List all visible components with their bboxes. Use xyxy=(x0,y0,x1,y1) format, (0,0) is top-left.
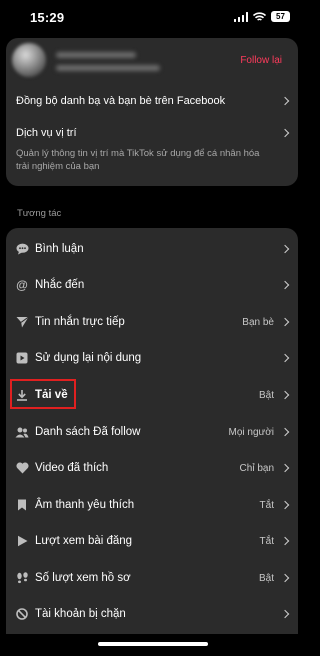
row-reuse-content[interactable]: Sử dụng lại nội dung xyxy=(6,348,298,368)
top-settings-card: Đồng bộ danh bạ và bạn bè trên Facebook … xyxy=(6,84,298,186)
comment-icon xyxy=(15,242,29,256)
chevron-right-icon xyxy=(280,96,290,106)
row-label: Âm thanh yêu thích xyxy=(35,499,135,511)
section-title-interactions: Tương tác xyxy=(17,208,62,219)
chevron-right-icon xyxy=(280,500,290,510)
row-value: Bạn bè xyxy=(242,316,274,328)
row-label: Lượt xem bài đăng xyxy=(35,535,133,547)
row-liked-videos[interactable]: Video đã thích Chỉ bạn xyxy=(6,458,298,478)
row-label: Số lượt xem hồ sơ xyxy=(35,572,131,584)
blurred-username xyxy=(56,52,136,58)
row-label: Danh sách Đã follow xyxy=(35,426,141,438)
home-indicator xyxy=(98,642,208,646)
status-time: 15:29 xyxy=(30,10,65,25)
footprints-icon xyxy=(15,571,29,585)
chevron-right-icon xyxy=(280,353,290,363)
row-value: Tắt xyxy=(259,499,274,511)
location-services-row[interactable]: Dịch vụ vị trí xyxy=(6,124,298,142)
row-value: Bật xyxy=(258,572,274,584)
row-label: Sử dụng lại nội dung xyxy=(35,352,142,364)
send-icon xyxy=(15,315,29,329)
status-bar: 15:29 57 xyxy=(0,0,304,36)
chevron-right-icon xyxy=(280,128,290,138)
status-icons: 57 xyxy=(233,11,290,22)
chevron-right-icon xyxy=(280,536,290,546)
heart-icon xyxy=(15,461,29,475)
people-icon xyxy=(15,425,29,439)
reuse-content-icon xyxy=(15,351,29,365)
chevron-right-icon xyxy=(280,244,290,254)
chevron-right-icon xyxy=(280,609,290,619)
highlight-box xyxy=(10,379,76,409)
row-post-views[interactable]: Lượt xem bài đăng Tắt xyxy=(6,531,298,551)
row-label: Nhắc đến xyxy=(35,279,85,291)
chevron-right-icon xyxy=(280,280,290,290)
chevron-right-icon xyxy=(280,390,290,400)
sync-facebook-label: Đồng bộ danh bạ và bạn bè trên Facebook xyxy=(16,95,226,107)
row-label: Video đã thích xyxy=(35,462,109,474)
row-mentions[interactable]: @ Nhắc đến xyxy=(6,275,298,295)
row-value: Mọi người xyxy=(228,426,275,438)
chevron-right-icon xyxy=(280,317,290,327)
chevron-right-icon xyxy=(280,573,290,583)
row-label: Tin nhắn trực tiếp xyxy=(35,316,125,328)
row-favorite-sounds[interactable]: Âm thanh yêu thích Tắt xyxy=(6,495,298,515)
row-comments[interactable]: Bình luận xyxy=(6,239,298,259)
interactions-card: Bình luận @ Nhắc đến Tin nhắn trực tiếp … xyxy=(6,228,298,634)
chevron-right-icon xyxy=(280,427,290,437)
row-direct-messages[interactable]: Tin nhắn trực tiếp Bạn bè xyxy=(6,312,298,332)
row-value: Chỉ bạn xyxy=(239,462,274,474)
row-blocked-accounts[interactable]: Tài khoản bị chặn xyxy=(6,604,298,624)
row-value: Bật xyxy=(258,389,274,401)
row-profile-views[interactable]: Số lượt xem hồ sơ Bật xyxy=(6,568,298,588)
bookmark-icon xyxy=(15,498,29,512)
avatar xyxy=(12,43,46,77)
follow-back-button[interactable]: Follow lại xyxy=(240,55,282,66)
location-services-description: Quản lý thông tin vị trí mà TikTok sử dụ… xyxy=(16,148,260,172)
blocked-icon xyxy=(15,607,29,621)
account-row[interactable]: Follow lại xyxy=(6,38,298,84)
row-label: Bình luận xyxy=(35,243,84,255)
sync-facebook-row[interactable]: Đồng bộ danh bạ và bạn bè trên Facebook xyxy=(6,92,298,110)
row-value: Tắt xyxy=(259,535,274,547)
battery-icon: 57 xyxy=(271,11,290,22)
cellular-signal-icon xyxy=(233,11,248,22)
location-services-label: Dịch vụ vị trí xyxy=(16,127,77,139)
at-sign-icon: @ xyxy=(16,278,28,292)
chevron-right-icon xyxy=(280,463,290,473)
row-label: Tài khoản bị chặn xyxy=(35,608,126,620)
row-following-list[interactable]: Danh sách Đã follow Mọi người xyxy=(6,422,298,442)
wifi-icon xyxy=(253,11,266,21)
blurred-subtitle xyxy=(56,65,160,71)
play-icon xyxy=(15,534,29,548)
